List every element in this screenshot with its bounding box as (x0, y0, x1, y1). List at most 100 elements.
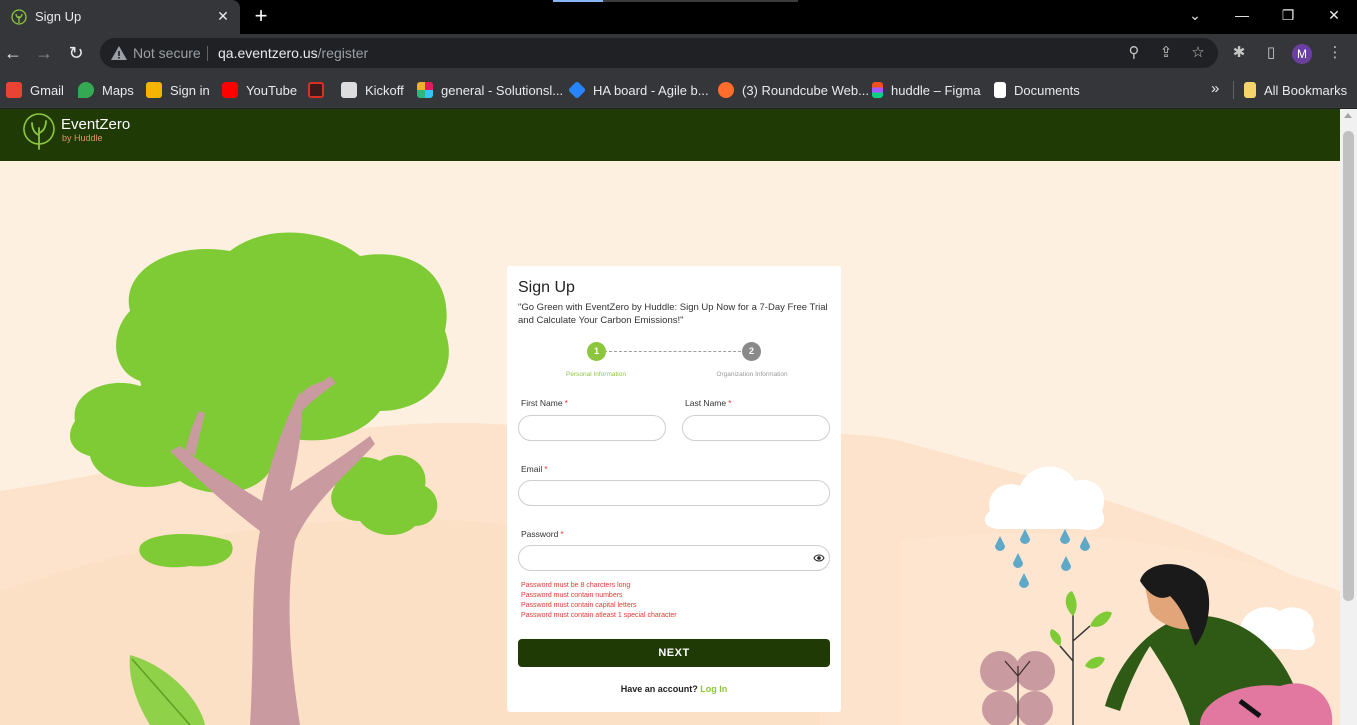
eventzero-logo-icon (23, 113, 55, 150)
step-2-indicator: 2 (742, 342, 761, 361)
signup-card: Sign Up "Go Green with EventZero by Hudd… (507, 266, 841, 712)
youtube-icon (222, 82, 238, 98)
forward-icon[interactable]: → (34, 43, 54, 63)
bookmark-label: Sign in (170, 82, 210, 98)
close-window-icon[interactable]: ✕ (1321, 4, 1347, 26)
url-text[interactable]: qa.eventzero.us/register (218, 45, 368, 61)
address-divider (207, 46, 208, 61)
logo-tagline: by Huddle (62, 133, 103, 143)
tab-loading-indicator (553, 0, 798, 2)
url-host: qa.eventzero.us (218, 45, 318, 61)
logo-name: EventZero (61, 116, 131, 133)
bookmark-label: HA board - Agile b... (593, 82, 709, 98)
show-password-icon[interactable] (813, 553, 825, 563)
zoom-icon[interactable]: ⚲ (1125, 44, 1143, 62)
password-error: Password must be 8 charcters long (521, 582, 631, 589)
bookmark-slack[interactable]: general - Solutionsl... (417, 81, 563, 99)
tab-title: Sign Up (35, 9, 82, 24)
login-prompt: Have an account? Log In (507, 684, 841, 694)
email-input[interactable] (518, 480, 830, 506)
notion-icon (994, 82, 1006, 98)
step-1-indicator: 1 (587, 342, 606, 361)
password-errors: Password must be 8 charcters long Passwo… (521, 581, 677, 621)
email-label: Email * (521, 464, 548, 474)
bookmarks-bar: Gmail Maps Sign in YouTube Kickoff gener… (0, 72, 1357, 108)
password-input[interactable] (518, 545, 830, 571)
bookmark-label: huddle – Figma (891, 82, 981, 98)
scrollbar-thumb[interactable] (1343, 131, 1354, 601)
signup-subtitle: "Go Green with EventZero by Huddle: Sign… (518, 302, 828, 326)
app-icon (308, 82, 324, 98)
back-icon[interactable]: ← (3, 43, 23, 63)
page-scrollbar[interactable] (1340, 109, 1357, 725)
extensions-icon[interactable]: ✱ (1229, 43, 1249, 63)
restore-icon[interactable]: ❐ (1275, 4, 1301, 26)
password-label: Password * (521, 529, 564, 539)
reload-icon[interactable]: ↻ (66, 43, 86, 63)
bookmark-star-icon[interactable]: ☆ (1189, 44, 1207, 62)
step-2-label: Organization Information (716, 371, 788, 378)
folder-icon (1244, 82, 1256, 98)
scroll-up-icon[interactable] (1344, 113, 1352, 118)
bookmark-jira[interactable]: HA board - Agile b... (567, 80, 709, 100)
password-error: Password must contain capital letters (521, 602, 637, 609)
bookmark-figma[interactable]: huddle – Figma (872, 81, 981, 99)
have-account-text: Have an account? (620, 684, 698, 694)
maps-icon (78, 82, 94, 98)
bookmark-label: general - Solutionsl... (441, 82, 564, 98)
tab-active[interactable]: Sign Up ✕ (0, 0, 240, 34)
all-bookmarks[interactable]: All Bookmarks (1244, 81, 1347, 99)
first-name-input[interactable] (518, 415, 666, 441)
bookmark-label: Kickoff (365, 82, 404, 98)
stepper-connector (604, 351, 751, 352)
bookmark-roundcube[interactable]: (3) Roundcube Web... (718, 81, 869, 99)
bookmark-app[interactable] (308, 81, 324, 99)
share-icon[interactable]: ⇪ (1157, 44, 1175, 62)
side-panel-icon[interactable]: ▯ (1261, 43, 1281, 63)
login-link[interactable]: Log In (700, 684, 727, 694)
bookmark-gmail[interactable]: Gmail (6, 81, 64, 99)
eventzero-favicon-icon (11, 9, 27, 25)
slack-icon (417, 82, 433, 98)
bookmark-label: Documents (1014, 82, 1080, 98)
signup-title: Sign Up (518, 279, 575, 296)
bookmarks-divider (1233, 81, 1234, 99)
minimize-icon[interactable]: — (1229, 4, 1255, 26)
bookmark-documents[interactable]: Documents (994, 81, 1080, 99)
figma-icon (872, 82, 883, 98)
bookmark-sign-in[interactable]: Sign in (146, 81, 210, 99)
signin-icon (146, 82, 162, 98)
tab-search-icon[interactable]: ⌄ (1182, 4, 1208, 26)
last-name-label: Last Name * (685, 398, 732, 408)
jira-icon (567, 80, 587, 100)
gmail-icon (6, 82, 22, 98)
site-header: EventZero by Huddle (0, 109, 1340, 161)
password-error: Password must contain atleast 1 special … (521, 612, 677, 619)
bookmark-label: Maps (102, 82, 134, 98)
bookmark-label: (3) Roundcube Web... (742, 82, 869, 98)
pink-plant-illustration (980, 651, 1055, 725)
not-secure-label[interactable]: Not secure (133, 45, 201, 61)
next-button[interactable]: NEXT (518, 639, 830, 667)
bookmark-label: Gmail (30, 82, 64, 98)
new-tab-button[interactable]: + (250, 5, 272, 27)
page-viewport: EventZero by Huddle Sign Up "Go Green wi… (0, 109, 1340, 725)
address-bar[interactable]: Not secure qa.eventzero.us/register ⚲ ⇪ … (100, 38, 1218, 68)
bookmark-maps[interactable]: Maps (78, 81, 134, 99)
bookmarks-overflow-icon[interactable]: » (1211, 80, 1219, 97)
last-name-input[interactable] (682, 415, 830, 441)
cpanel-icon (718, 82, 734, 98)
tab-close-icon[interactable]: ✕ (214, 7, 232, 25)
menu-icon[interactable]: ⋮ (1325, 43, 1345, 63)
step-1-label: Personal Information (566, 371, 626, 378)
tab-strip: Sign Up ✕ + ⌄ — ❐ ✕ (0, 0, 1357, 34)
profile-avatar[interactable]: M (1292, 44, 1312, 64)
bookmark-youtube[interactable]: YouTube (222, 81, 297, 99)
browser-toolbar: ← → ↻ Not secure qa.eventzero.us/registe… (0, 34, 1357, 72)
bookmark-kickoff[interactable]: Kickoff (341, 81, 404, 99)
url-path: /register (317, 45, 369, 61)
all-bookmarks-label: All Bookmarks (1264, 82, 1348, 98)
first-name-label: First Name * (521, 398, 568, 408)
document-icon (341, 82, 357, 98)
bookmark-label: YouTube (246, 82, 298, 98)
